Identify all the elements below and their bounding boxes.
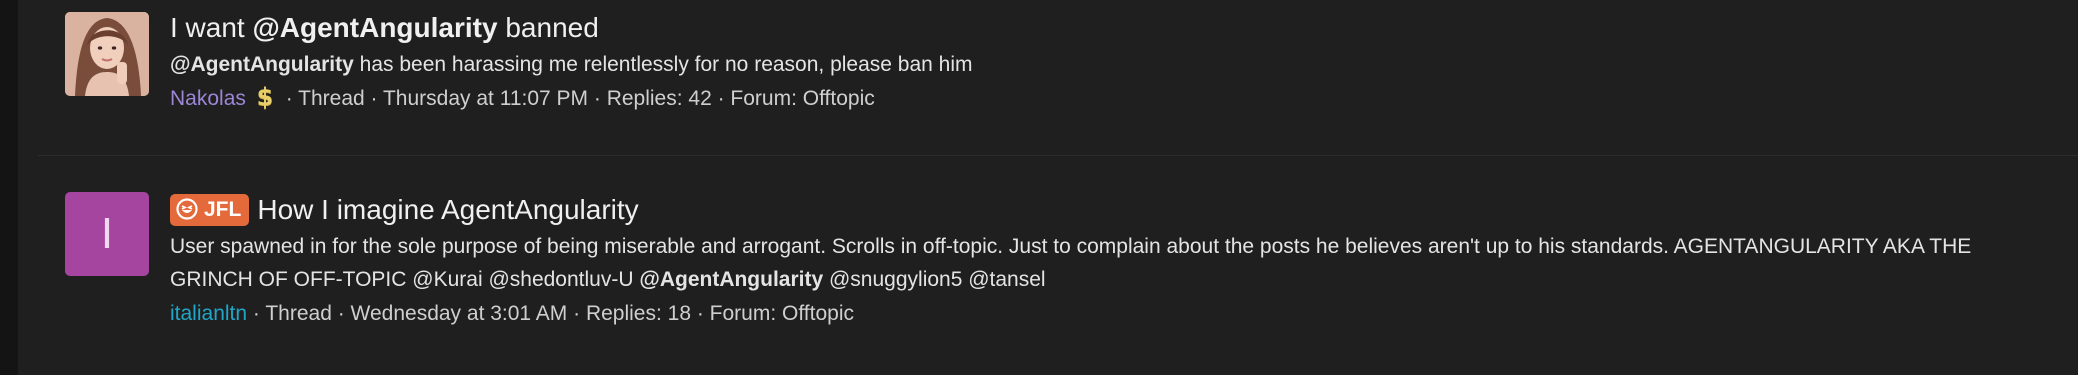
thread-title[interactable]: I want @AgentAngularity banned <box>170 8 2058 48</box>
thread-meta: italianltn · Thread · Wednesday at 3:01 … <box>170 296 2058 332</box>
meta-details: · Thread · Wednesday at 3:01 AM · Replie… <box>247 302 855 325</box>
avatar-letter: I <box>65 192 149 276</box>
thread-snippet: User spawned in for the sole purpose of … <box>170 230 2058 296</box>
snippet-text: User spawned in for the sole purpose of … <box>170 235 1972 291</box>
left-rail <box>0 0 18 375</box>
snippet-mention[interactable]: @AgentAngularity <box>170 53 354 76</box>
thread-list: I want @AgentAngularity banned @AgentAng… <box>18 0 2078 375</box>
author-link[interactable]: Nakolas <box>170 87 246 110</box>
thread-prefix-badge[interactable]: JFL <box>170 194 250 226</box>
search-results-page: I want @AgentAngularity banned @AgentAng… <box>0 0 2078 375</box>
thread-meta: Nakolas $ $ · Thread · Thursday at 11:07 P… <box>170 81 2058 117</box>
title-mention[interactable]: @AgentAngularity <box>252 12 497 43</box>
thread-title[interactable]: JFL How I imagine AgentAngularity <box>170 190 2058 230</box>
avatar[interactable]: I <box>65 192 149 276</box>
avatar[interactable] <box>65 12 149 96</box>
laughing-face-icon <box>176 198 198 220</box>
avatar-photo-icon <box>65 12 149 96</box>
title-text: How I imagine AgentAngularity <box>257 194 639 225</box>
thread-content: JFL How I imagine AgentAngularity User sp… <box>170 190 2058 332</box>
thread-content: I want @AgentAngularity banned @AgentAng… <box>170 8 2058 117</box>
prefix-label: JFL <box>204 198 242 221</box>
avatar-photo <box>65 12 149 96</box>
snippet-text: has been harassing me relentlessly for n… <box>353 53 973 76</box>
thread-row[interactable]: I JFL How I imagine AgentAngularity User … <box>18 156 2078 375</box>
author-link[interactable]: italianltn <box>170 302 247 325</box>
snippet-text: @snuggylion5 @tansel <box>823 268 1046 291</box>
thread-snippet: @AgentAngularity has been harassing me r… <box>170 48 2058 81</box>
title-text: I want <box>170 12 253 43</box>
meta-details: · Thread · Thursday at 11:07 PM · Replie… <box>279 87 875 110</box>
dollar-icon: $ $ <box>254 83 276 112</box>
snippet-mention[interactable]: @AgentAngularity <box>639 268 823 291</box>
title-text: banned <box>497 12 599 43</box>
svg-text:$: $ <box>257 84 274 110</box>
thread-row[interactable]: I want @AgentAngularity banned @AgentAng… <box>18 0 2078 155</box>
